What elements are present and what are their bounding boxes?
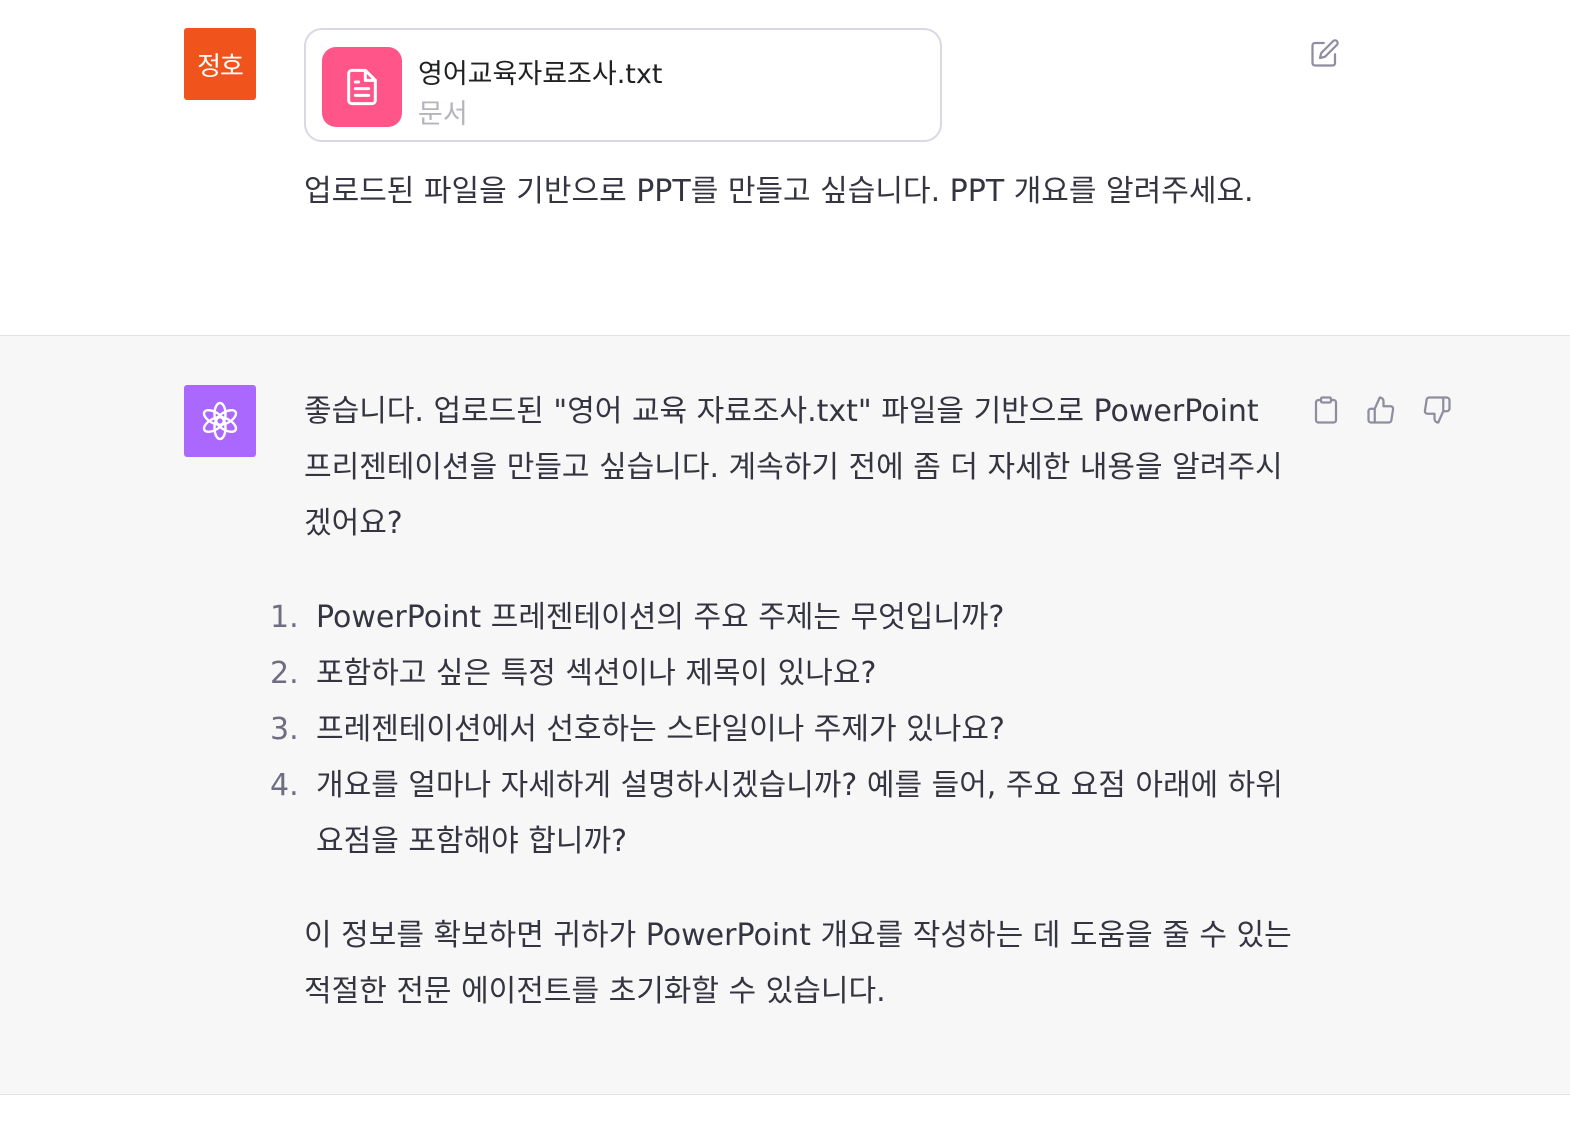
document-icon bbox=[322, 47, 402, 127]
list-item-number: 2. bbox=[270, 656, 299, 691]
edit-icon[interactable] bbox=[1306, 34, 1344, 72]
list-item-text: 개요를 얼마나 자세하게 설명하시겠습니까? 예를 들어, 주요 요점 아래에 … bbox=[316, 768, 1283, 859]
file-type: 문서 bbox=[418, 99, 468, 130]
list-item-text: 포함하고 싶은 특정 섹션이나 제목이 있나요? bbox=[316, 656, 877, 691]
user-avatar-text: 정호 bbox=[197, 51, 244, 82]
list-item-text: PowerPoint 프레젠테이션의 주요 주제는 무엇입니까? bbox=[316, 600, 1005, 635]
list-item-number: 3. bbox=[270, 712, 299, 747]
list-item: 2. 포함하고 싶은 특정 섹션이나 제목이 있나요? bbox=[270, 646, 1294, 702]
thumbs-up-icon[interactable] bbox=[1361, 390, 1401, 430]
user-message-turn: 정호 영어교육자료조사.txt 문서 업로드된 파일을 기반으로 PPT를 만들… bbox=[0, 0, 1570, 336]
assistant-message-body: 좋습니다. 업로드된 "영어 교육 자료조사.txt" 파일을 기반으로 Pow… bbox=[270, 384, 1294, 1020]
question-list: 1. PowerPoint 프레젠테이션의 주요 주제는 무엇입니까? 2. 포… bbox=[270, 590, 1294, 870]
assistant-intro-text: 좋습니다. 업로드된 "영어 교육 자료조사.txt" 파일을 기반으로 Pow… bbox=[304, 394, 1283, 541]
list-item: 4. 개요를 얼마나 자세하게 설명하시겠습니까? 예를 들어, 주요 요점 아… bbox=[270, 758, 1294, 870]
list-item-number: 4. bbox=[270, 768, 299, 803]
clipboard-icon[interactable] bbox=[1306, 390, 1346, 430]
list-item-number: 1. bbox=[270, 600, 299, 635]
list-item-text: 프레젠테이션에서 선호하는 스타일이나 주제가 있나요? bbox=[316, 712, 1005, 747]
file-attachment-card[interactable]: 영어교육자료조사.txt 문서 bbox=[304, 28, 942, 142]
assistant-outro-text: 이 정보를 확보하면 귀하가 PowerPoint 개요를 작성하는 데 도움을… bbox=[304, 918, 1292, 1009]
openai-logo-icon bbox=[184, 385, 256, 457]
thumbs-down-icon[interactable] bbox=[1417, 390, 1457, 430]
user-message-text: 업로드된 파일을 기반으로 PPT를 만들고 싶습니다. PPT 개요를 알려주… bbox=[304, 174, 1254, 209]
list-item: 1. PowerPoint 프레젠테이션의 주요 주제는 무엇입니까? bbox=[270, 590, 1294, 646]
assistant-message-turn: 좋습니다. 업로드된 "영어 교육 자료조사.txt" 파일을 기반으로 Pow… bbox=[0, 336, 1570, 1095]
list-item: 3. 프레젠테이션에서 선호하는 스타일이나 주제가 있나요? bbox=[270, 702, 1294, 758]
file-name: 영어교육자료조사.txt bbox=[418, 59, 663, 90]
user-avatar: 정호 bbox=[184, 28, 256, 100]
